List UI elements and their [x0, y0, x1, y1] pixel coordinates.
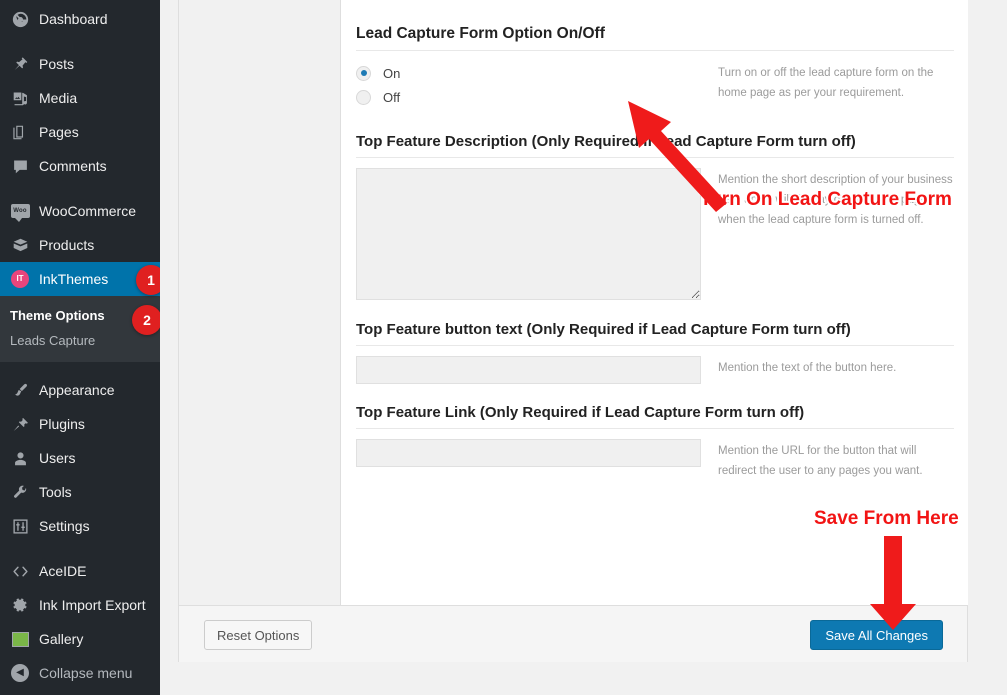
paintbrush-icon — [10, 380, 30, 400]
top-feature-button-text-input[interactable] — [356, 356, 701, 384]
sidebar-item-label: Dashboard — [39, 11, 108, 27]
sidebar-item-leads-capture[interactable]: Leads Capture — [0, 328, 160, 353]
sidebar-item-media[interactable]: Media — [0, 81, 160, 115]
sidebar-item-ink-import-export[interactable]: Ink Import Export — [0, 588, 160, 622]
dashboard-icon — [10, 9, 30, 29]
sidebar-item-aceide[interactable]: AceIDE — [0, 554, 160, 588]
sidebar-item-label: Gallery — [39, 631, 84, 647]
sidebar-item-label: Products — [39, 237, 95, 253]
radio-icon-on[interactable] — [356, 65, 371, 81]
sidebar-item-label: Collapse menu — [39, 665, 133, 681]
media-icon — [10, 88, 30, 108]
section-top-feature-link: Top Feature Link (Only Required if Lead … — [342, 384, 968, 481]
section-explanation: Mention the short description of your bu… — [718, 174, 953, 227]
sidebar-item-label: Tools — [39, 484, 72, 500]
annotation-save-from-here: Save From Here — [814, 508, 959, 529]
top-feature-link-input[interactable] — [356, 439, 701, 467]
theme-options-tab-rail — [179, 0, 341, 605]
collapse-arrow-icon: ◀ — [10, 663, 30, 683]
badge-step-1: 1 — [136, 265, 160, 295]
theme-options-container: Lead Capture Form Option On/Off On Off T… — [178, 0, 968, 662]
top-feature-description-textarea[interactable] — [356, 168, 701, 300]
products-box-icon — [10, 235, 30, 255]
badge-step-2: 2 — [132, 305, 160, 335]
sidebar-item-users[interactable]: Users — [0, 441, 160, 475]
annotation-turn-on: Turn On Lead Capture Form — [700, 189, 952, 210]
section-title: Top Feature Description (Only Required i… — [356, 133, 954, 158]
sidebar-item-dashboard[interactable]: Dashboard — [0, 2, 160, 36]
sidebar-item-label: Appearance — [39, 382, 115, 398]
gallery-icon — [10, 629, 30, 649]
sidebar-item-collapse-menu[interactable]: ◀ Collapse menu — [0, 656, 160, 690]
sidebar-divider — [0, 543, 160, 554]
sidebar-item-label: Ink Import Export — [39, 597, 146, 613]
radio-group-lead-capture: On Off — [356, 61, 704, 109]
woocommerce-icon: Woo — [10, 201, 30, 222]
sidebar-item-gallery[interactable]: Gallery — [0, 622, 160, 656]
reset-options-button[interactable]: Reset Options — [204, 620, 313, 650]
save-all-changes-button[interactable]: Save All Changes — [810, 620, 943, 650]
section-title: Lead Capture Form Option On/Off — [356, 25, 954, 51]
admin-body: Lead Capture Form Option On/Off On Off T… — [160, 0, 1007, 695]
section-explanation: Turn on or off the lead capture form on … — [718, 67, 934, 100]
code-brackets-icon — [10, 561, 30, 581]
sidebar-item-label: Media — [39, 90, 78, 106]
radio-icon-off[interactable] — [356, 89, 371, 105]
sidebar-divider — [0, 362, 160, 373]
woocommerce-glyph: Woo — [10, 204, 30, 222]
sidebar-item-tools[interactable]: Tools — [0, 475, 160, 509]
admin-sidebar: Dashboard Posts Media Pages Comments Woo… — [0, 0, 160, 695]
inkthemes-glyph: IT — [11, 270, 29, 288]
sidebar-item-label: Pages — [39, 124, 79, 140]
sidebar-item-products[interactable]: Products — [0, 228, 160, 262]
sidebar-item-label: Plugins — [39, 416, 85, 432]
sidebar-item-label: Settings — [39, 518, 90, 534]
sidebar-item-label: Users — [39, 450, 76, 466]
gallery-glyph — [11, 631, 29, 647]
theme-options-footer: Reset Options Save All Changes — [179, 605, 967, 662]
gear-icon — [10, 595, 30, 615]
sidebar-item-label: WooCommerce — [39, 203, 136, 219]
sidebar-item-label: AceIDE — [39, 563, 87, 579]
sidebar-item-appearance[interactable]: Appearance — [0, 373, 160, 407]
radio-label-off: Off — [383, 89, 401, 105]
collapse-glyph: ◀ — [11, 664, 29, 682]
section-top-feature-button-text: Top Feature button text (Only Required i… — [342, 300, 968, 384]
section-lead-capture-form-option: Lead Capture Form Option On/Off On Off T… — [342, 0, 968, 109]
sidebar-divider — [0, 183, 160, 194]
radio-option-on[interactable]: On — [356, 61, 704, 85]
sidebar-item-settings[interactable]: Settings — [0, 509, 160, 543]
screen-root: Dashboard Posts Media Pages Comments Woo… — [0, 0, 1007, 695]
inkthemes-icon: IT — [10, 269, 30, 289]
comment-icon — [10, 156, 30, 176]
user-icon — [10, 448, 30, 468]
sidebar-item-label: Posts — [39, 56, 75, 72]
sidebar-item-plugins[interactable]: Plugins — [0, 407, 160, 441]
sidebar-item-woocommerce[interactable]: Woo WooCommerce — [0, 194, 160, 228]
section-explanation: Mention the text of the button here. — [718, 362, 897, 374]
pages-icon — [10, 122, 30, 142]
radio-option-off[interactable]: Off — [356, 85, 704, 109]
wrench-icon — [10, 482, 30, 502]
section-title: Top Feature Link (Only Required if Lead … — [356, 404, 954, 429]
sidebar-item-posts[interactable]: Posts — [0, 47, 160, 81]
pin-icon — [10, 54, 30, 74]
sidebar-item-label: InkThemes — [39, 271, 109, 287]
sidebar-item-comments[interactable]: Comments — [0, 149, 160, 183]
sidebar-item-label: Comments — [39, 158, 107, 174]
section-explanation: Mention the URL for the button that will… — [718, 445, 923, 478]
sliders-icon — [10, 516, 30, 536]
radio-label-on: On — [383, 65, 401, 81]
sidebar-item-pages[interactable]: Pages — [0, 115, 160, 149]
plug-icon — [10, 414, 30, 434]
section-title: Top Feature button text (Only Required i… — [356, 321, 954, 346]
sidebar-divider — [0, 36, 160, 47]
